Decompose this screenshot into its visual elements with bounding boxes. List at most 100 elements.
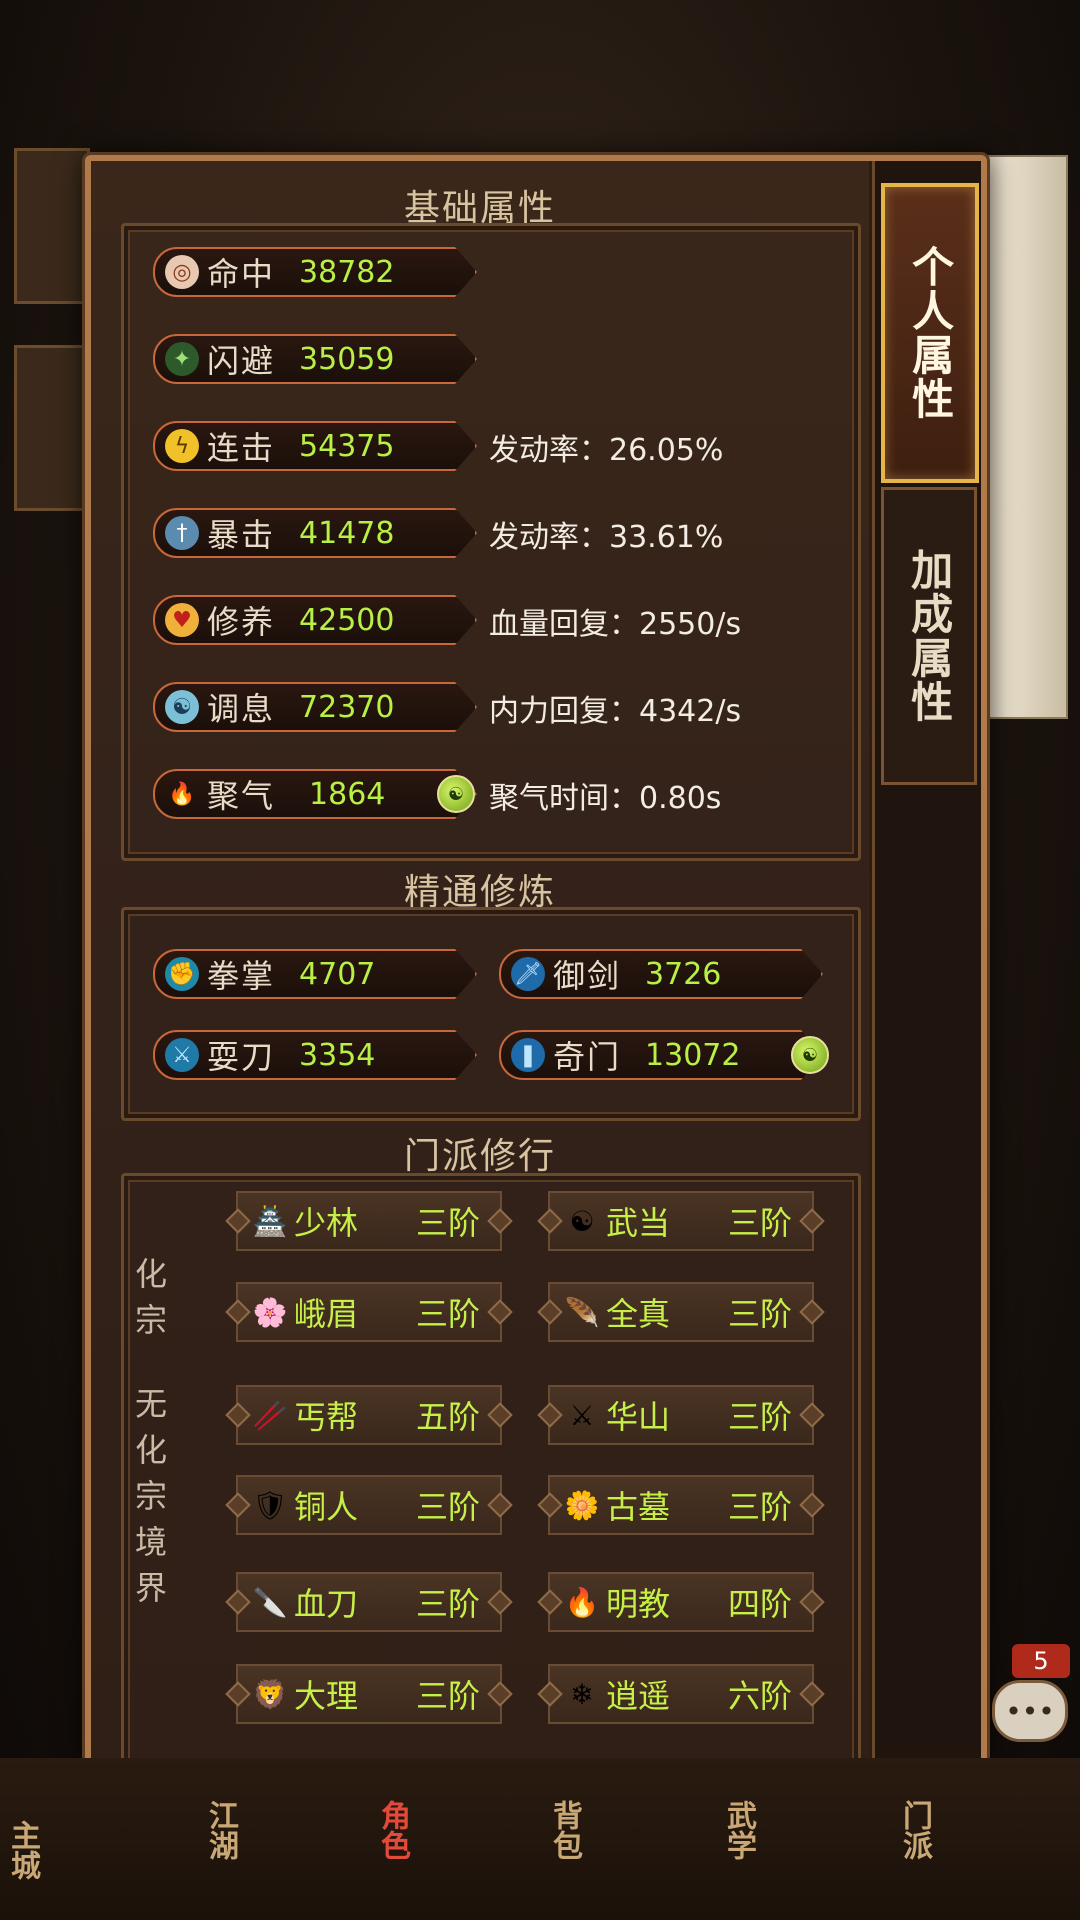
lightning-icon: ϟ: [165, 429, 199, 463]
sect-row[interactable]: 🛡 铜人 三阶: [225, 1475, 513, 1535]
nav-label: 武学: [721, 1800, 756, 1860]
background-scroll-left-lower: [14, 345, 90, 511]
sect-row[interactable]: ☯ 武当 三阶: [537, 1191, 825, 1251]
sect-rank: 三阶: [415, 1295, 480, 1333]
tab-rail: 个人属性 加成属性: [872, 161, 981, 1763]
stat-cultivation: ♥ 修养 42500: [153, 595, 477, 645]
mastery-fist: ✊ 拳掌 4707: [153, 949, 477, 999]
sect-name: 古墓: [606, 1488, 671, 1526]
sect-row[interactable]: 🥢 丐帮 五阶: [225, 1385, 513, 1445]
tongren-icon: 🛡: [252, 1488, 288, 1522]
stat-value: 38782: [299, 254, 395, 290]
sect-row[interactable]: ❄ 逍遥 六阶: [537, 1664, 825, 1724]
sect-row[interactable]: 🦁 大理 三阶: [225, 1664, 513, 1724]
combo-trigger-rate: 发动率：26.05%: [489, 433, 724, 468]
mastery-sword: 🗡 御剑 3726: [499, 949, 823, 999]
sect-cultivation-title: 门派修行: [403, 1136, 556, 1177]
nav-character[interactable]: 角色: [374, 1800, 410, 1868]
tab-label: 个人属性: [905, 245, 955, 421]
sect-name: 全真: [606, 1295, 671, 1333]
sect-rank: 三阶: [415, 1488, 480, 1526]
tab-personal-attributes[interactable]: 个人属性: [881, 183, 979, 483]
sect-name: 少林: [294, 1204, 359, 1242]
xuedao-icon: 🔪: [252, 1585, 288, 1619]
sect-rank: 三阶: [727, 1295, 792, 1333]
sect-row[interactable]: 🪶 全真 三阶: [537, 1282, 825, 1342]
stat-value: 72370: [299, 689, 395, 725]
breath-swirl-icon: ☯: [165, 690, 199, 724]
hp-regen: 血量回复：2550/s: [489, 607, 742, 642]
stat-value: 3354: [299, 1037, 376, 1073]
dali-icon: 🦁: [252, 1677, 288, 1711]
shaolin-icon: 🏯: [252, 1204, 288, 1238]
sect-name: 丐帮: [294, 1398, 359, 1436]
nav-jianghu[interactable]: 江湖: [202, 1800, 238, 1868]
nav-backpack[interactable]: 背包: [546, 1800, 582, 1868]
nav-label: 角色: [375, 1800, 410, 1860]
stat-name: 连击: [207, 429, 276, 467]
mingjiao-icon: 🔥: [564, 1585, 600, 1619]
huashan-icon: ⚔: [569, 1398, 595, 1432]
attributes-panel: 基础属性 ◎ 命中 38782 ✦ 闪避 35059 ϟ 连击 54375 发动…: [85, 155, 987, 1769]
stat-gather-qi: 🔥 聚气 1864: [153, 769, 477, 819]
flame-icon: 🔥: [168, 781, 196, 807]
mastery-odd-weapon: ❚ 奇门 13072: [499, 1030, 823, 1080]
stat-value: 41478: [299, 515, 395, 551]
emei-icon: 🌸: [252, 1295, 288, 1329]
heart-icon: ♥: [165, 603, 199, 637]
stat-hit: ◎ 命中 38782: [153, 247, 477, 297]
crit-sword-icon: †: [165, 516, 199, 550]
nav-label: 主城: [5, 1820, 40, 1880]
mp-regen: 内力回复：4342/s: [489, 694, 742, 729]
sect-row[interactable]: ⚔ 华山 三阶: [537, 1385, 825, 1445]
sect-rank: 四阶: [727, 1585, 792, 1623]
stat-value: 3726: [645, 956, 722, 992]
stat-name: 拳掌: [207, 957, 276, 995]
sect-row[interactable]: 🌸 峨眉 三阶: [225, 1282, 513, 1342]
stat-name: 御剑: [553, 957, 622, 995]
gumu-icon: 🌼: [564, 1488, 600, 1522]
chat-bubble-icon: •••: [1005, 1694, 1055, 1728]
sect-name: 逍遥: [606, 1677, 671, 1715]
sect-rank: 三阶: [415, 1585, 480, 1623]
tab-label: 加成属性: [904, 548, 954, 724]
stat-name: 命中: [207, 255, 276, 293]
sect-rank: 三阶: [727, 1488, 792, 1526]
side-label-realm: 化宗: [134, 1255, 167, 1339]
sect-name: 华山: [606, 1398, 671, 1436]
sect-name: 铜人: [294, 1488, 359, 1526]
stat-combo: ϟ 连击 54375: [153, 421, 477, 471]
sect-row[interactable]: 🌼 古墓 三阶: [537, 1475, 825, 1535]
nav-martial-arts[interactable]: 武学: [720, 1800, 756, 1868]
wudang-icon: ☯: [569, 1204, 595, 1238]
stat-value: 13072: [645, 1037, 741, 1073]
dodge-boot-icon: ✦: [165, 342, 199, 376]
sect-rank: 五阶: [415, 1398, 480, 1436]
nav-sect[interactable]: 门派: [896, 1800, 932, 1868]
chat-button[interactable]: •••: [992, 1680, 1068, 1742]
stat-name: 聚气: [207, 777, 276, 815]
nav-label: 江湖: [203, 1800, 238, 1860]
sect-rank: 三阶: [727, 1398, 792, 1436]
odd-weapon-orb-icon[interactable]: ☯: [791, 1036, 829, 1074]
gather-qi-time: 聚气时间：0.80s: [489, 781, 722, 816]
sect-row[interactable]: 🔥 明教 四阶: [537, 1572, 825, 1632]
gather-qi-orb-icon[interactable]: ☯: [437, 775, 475, 813]
odd-weapon-icon: ❚: [511, 1038, 545, 1072]
stat-value: 42500: [299, 602, 395, 638]
side-label-no-realm: 无化宗境界: [134, 1385, 167, 1607]
stat-name: 闪避: [207, 342, 276, 380]
sect-row[interactable]: 🔪 血刀 三阶: [225, 1572, 513, 1632]
stat-breath: ☯ 调息 72370: [153, 682, 477, 732]
quanzhen-icon: 🪶: [564, 1295, 600, 1329]
sword-icon: 🗡: [511, 957, 545, 991]
chat-unread-badge: 5: [1012, 1644, 1070, 1678]
sect-row[interactable]: 🏯 少林 三阶: [225, 1191, 513, 1251]
sect-name: 大理: [294, 1677, 359, 1715]
sect-rank: 三阶: [415, 1204, 480, 1242]
nav-main-city[interactable]: 主城: [4, 1820, 40, 1888]
stat-value: 1864: [309, 776, 386, 812]
sect-name: 血刀: [294, 1585, 359, 1623]
background-scroll-left: [14, 148, 90, 304]
tab-bonus-attributes[interactable]: 加成属性: [881, 487, 977, 785]
